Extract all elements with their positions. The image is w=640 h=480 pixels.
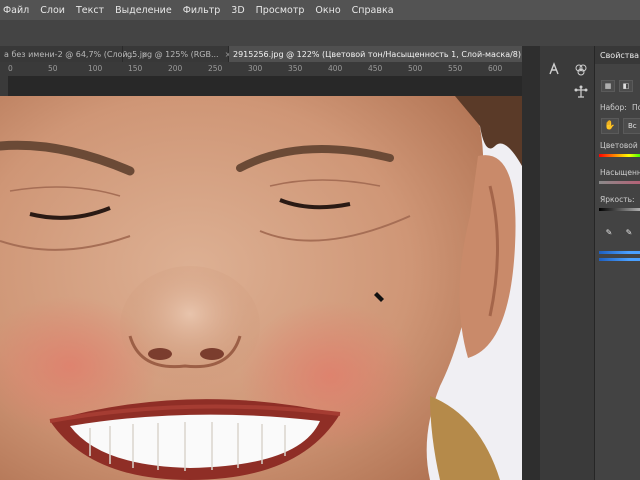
menu-type[interactable]: Текст (76, 5, 104, 16)
menu-bar: Файл Слои Текст Выделение Фильтр 3D Прос… (0, 0, 640, 20)
dock-divider (522, 46, 540, 480)
ruler-tick: 450 (368, 64, 383, 73)
tab-document-3[interactable]: 2915256.jpg @ 122% (Цветовой тон/Насыщен… (229, 46, 541, 62)
saturation-slider[interactable] (599, 181, 640, 184)
properties-panel: Свойства ▦ ◧ Набор: По ✋ Вс Цветовой то … (595, 46, 640, 480)
ruler-tick: 550 (448, 64, 463, 73)
ruler-tick: 50 (48, 64, 58, 73)
channel-select[interactable]: Вс (623, 118, 640, 134)
tab-document-1[interactable]: а без имени-2 @ 64,7% (Слой... × (0, 46, 148, 62)
document-canvas[interactable] (0, 96, 522, 480)
eyedropper-plus-icon[interactable]: ✎ (623, 226, 635, 238)
menu-window[interactable]: Окно (315, 5, 340, 16)
ruler-tick: 200 (168, 64, 183, 73)
hue-slider[interactable] (599, 154, 640, 157)
collapsed-panel-icons (540, 46, 569, 480)
brightness-slider[interactable] (599, 208, 640, 211)
tab-label: а без имени-2 @ 64,7% (Слой... (4, 49, 136, 59)
tab-document-2[interactable]: g5.jpg @ 125% (RGB... × (123, 46, 231, 62)
document-tabs: а без имени-2 @ 64,7% (Слой... × g5.jpg … (0, 46, 541, 62)
menu-3d[interactable]: 3D (231, 5, 244, 16)
menu-select[interactable]: Выделение (115, 5, 172, 16)
ruler-tick: 400 (328, 64, 343, 73)
tab-label: 2915256.jpg @ 122% (Цветовой тон/Насыщен… (233, 49, 521, 59)
color-range-bar-bottom (599, 258, 640, 261)
face-photo (0, 96, 522, 480)
puppet-icon[interactable] (570, 82, 592, 102)
hand-icon[interactable]: ✋ (601, 118, 619, 134)
ruler-tick: 250 (208, 64, 223, 73)
tab-label: g5.jpg @ 125% (RGB... (127, 49, 219, 59)
menu-view[interactable]: Просмотр (256, 5, 305, 16)
ruler-tick: 500 (408, 64, 423, 73)
preset-label: Набор: (600, 103, 627, 112)
menu-help[interactable]: Справка (352, 5, 394, 16)
color-range-bar-top (599, 251, 640, 254)
hue-label: Цветовой то (600, 141, 640, 150)
menu-file[interactable]: Файл (3, 5, 29, 16)
eyedropper-icon[interactable]: ✎ (603, 226, 615, 238)
panel-toolbar (568, 46, 595, 480)
ruler-tick: 150 (128, 64, 143, 73)
adjustment-type-icon[interactable]: ▦ (601, 80, 615, 92)
mask-icon[interactable]: ◧ (619, 80, 633, 92)
saturation-label: Насыщенно (600, 168, 640, 177)
menu-layers[interactable]: Слои (40, 5, 65, 16)
ruler-tick: 600 (488, 64, 503, 73)
ruler-tick: 350 (288, 64, 303, 73)
options-bar (0, 20, 640, 46)
text-icon[interactable] (543, 58, 565, 80)
menu-filter[interactable]: Фильтр (183, 5, 221, 16)
horizontal-ruler: 0 50 100 150 200 250 300 350 400 450 500 550 600 (0, 62, 522, 77)
ruler-tick: 100 (88, 64, 103, 73)
brightness-label: Яркость: (600, 195, 635, 204)
ruler-tick: 300 (248, 64, 263, 73)
ruler-tick: 0 (8, 64, 13, 73)
adjustment-icon[interactable] (570, 60, 592, 80)
preset-value[interactable]: По (632, 103, 640, 112)
properties-title: Свойства (595, 46, 640, 64)
